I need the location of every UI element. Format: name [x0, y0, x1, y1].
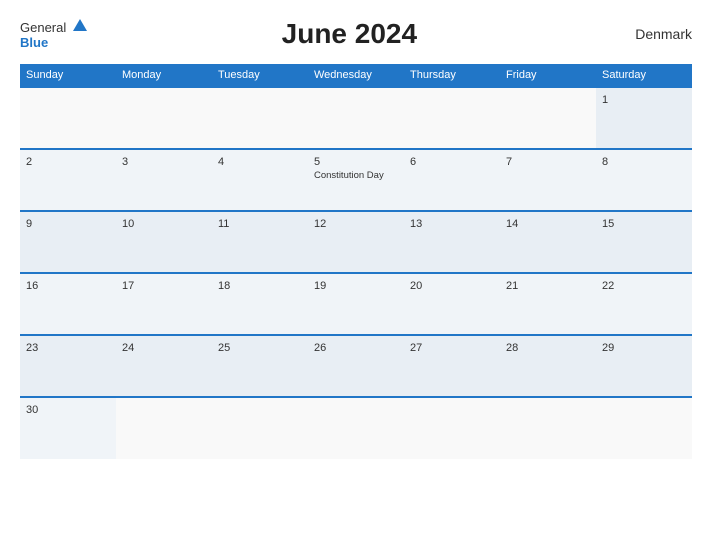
weekday-friday: Friday — [500, 64, 596, 87]
calendar-table: SundayMondayTuesdayWednesdayThursdayFrid… — [20, 64, 692, 459]
calendar-title: June 2024 — [87, 18, 612, 50]
calendar-cell: 24 — [116, 335, 212, 397]
day-number: 19 — [314, 280, 398, 292]
calendar-row-5: 30 — [20, 397, 692, 459]
day-number: 26 — [314, 342, 398, 354]
calendar-cell: 3 — [116, 149, 212, 211]
day-number: 1 — [602, 94, 686, 106]
calendar-cell: 22 — [596, 273, 692, 335]
weekday-saturday: Saturday — [596, 64, 692, 87]
weekday-thursday: Thursday — [404, 64, 500, 87]
calendar-cell: 12 — [308, 211, 404, 273]
logo-general-text: General — [20, 20, 66, 35]
day-number: 3 — [122, 156, 206, 168]
day-number: 27 — [410, 342, 494, 354]
weekday-wednesday: Wednesday — [308, 64, 404, 87]
calendar-cell — [308, 397, 404, 459]
calendar-cell — [596, 397, 692, 459]
calendar-cell: 18 — [212, 273, 308, 335]
day-number: 5 — [314, 156, 398, 168]
weekday-tuesday: Tuesday — [212, 64, 308, 87]
calendar-cell: 9 — [20, 211, 116, 273]
calendar-row-0: 1 — [20, 87, 692, 149]
calendar-cell — [500, 397, 596, 459]
day-number: 29 — [602, 342, 686, 354]
calendar-row-4: 23 24 25 26 27 28 29 — [20, 335, 692, 397]
calendar-cell: 30 — [20, 397, 116, 459]
calendar-cell: 4 — [212, 149, 308, 211]
calendar-cell: 14 — [500, 211, 596, 273]
calendar-cell: 21 — [500, 273, 596, 335]
day-number: 11 — [218, 218, 302, 230]
calendar-row-1: 2345 Constitution Day 678 — [20, 149, 692, 211]
day-number: 12 — [314, 218, 398, 230]
day-number: 25 — [218, 342, 302, 354]
calendar-cell — [20, 87, 116, 149]
calendar-row-3: 16 17 18 19 20 21 22 — [20, 273, 692, 335]
calendar-cell — [212, 397, 308, 459]
calendar-cell: 11 — [212, 211, 308, 273]
day-number: 10 — [122, 218, 206, 230]
calendar-cell: 28 — [500, 335, 596, 397]
day-number: 18 — [218, 280, 302, 292]
calendar-cell — [404, 397, 500, 459]
calendar-cell: 10 — [116, 211, 212, 273]
calendar-cell: 23 — [20, 335, 116, 397]
calendar-cell: 17 — [116, 273, 212, 335]
calendar-cell: 5 Constitution Day — [308, 149, 404, 211]
calendar-cell — [404, 87, 500, 149]
calendar-cell — [212, 87, 308, 149]
calendar-cell: 29 — [596, 335, 692, 397]
calendar-cell: 7 — [500, 149, 596, 211]
logo-general: General — [20, 20, 87, 36]
calendar-body: 12345Constitution Day6789101112131415161… — [20, 87, 692, 459]
day-number: 30 — [26, 404, 110, 416]
day-number: 28 — [506, 342, 590, 354]
calendar-header-row: SundayMondayTuesdayWednesdayThursdayFrid… — [20, 64, 692, 87]
calendar-page: General Blue June 2024 Denmark SundayMon… — [0, 0, 712, 550]
logo: General Blue — [20, 20, 87, 49]
calendar-cell: 13 — [404, 211, 500, 273]
calendar-cell — [116, 87, 212, 149]
calendar-cell: 8 — [596, 149, 692, 211]
day-number: 8 — [602, 156, 686, 168]
day-number: 7 — [506, 156, 590, 168]
day-number: 21 — [506, 280, 590, 292]
weekday-monday: Monday — [116, 64, 212, 87]
calendar-cell — [116, 397, 212, 459]
calendar-row-2: 9 10 11 12 13 14 15 — [20, 211, 692, 273]
day-number: 6 — [410, 156, 494, 168]
calendar-cell: 20 — [404, 273, 500, 335]
day-number: 20 — [410, 280, 494, 292]
day-number: 16 — [26, 280, 110, 292]
logo-triangle-icon — [73, 19, 87, 31]
day-number: 13 — [410, 218, 494, 230]
weekday-sunday: Sunday — [20, 64, 116, 87]
calendar-cell: 1 — [596, 87, 692, 149]
day-number: 9 — [26, 218, 110, 230]
calendar-cell — [308, 87, 404, 149]
day-number: 2 — [26, 156, 110, 168]
weekday-header-row: SundayMondayTuesdayWednesdayThursdayFrid… — [20, 64, 692, 87]
calendar-cell: 25 — [212, 335, 308, 397]
calendar-cell: 15 — [596, 211, 692, 273]
calendar-cell: 2 — [20, 149, 116, 211]
calendar-cell: 16 — [20, 273, 116, 335]
calendar-cell: 27 — [404, 335, 500, 397]
day-number: 17 — [122, 280, 206, 292]
day-number: 23 — [26, 342, 110, 354]
calendar-event: Constitution Day — [314, 170, 398, 181]
calendar-cell: 19 — [308, 273, 404, 335]
calendar-cell — [500, 87, 596, 149]
day-number: 24 — [122, 342, 206, 354]
day-number: 22 — [602, 280, 686, 292]
calendar-header: General Blue June 2024 Denmark — [20, 18, 692, 50]
calendar-cell: 26 — [308, 335, 404, 397]
logo-blue-text: Blue — [20, 36, 87, 49]
calendar-cell: 6 — [404, 149, 500, 211]
day-number: 15 — [602, 218, 686, 230]
day-number: 14 — [506, 218, 590, 230]
day-number: 4 — [218, 156, 302, 168]
country-label: Denmark — [612, 26, 692, 42]
